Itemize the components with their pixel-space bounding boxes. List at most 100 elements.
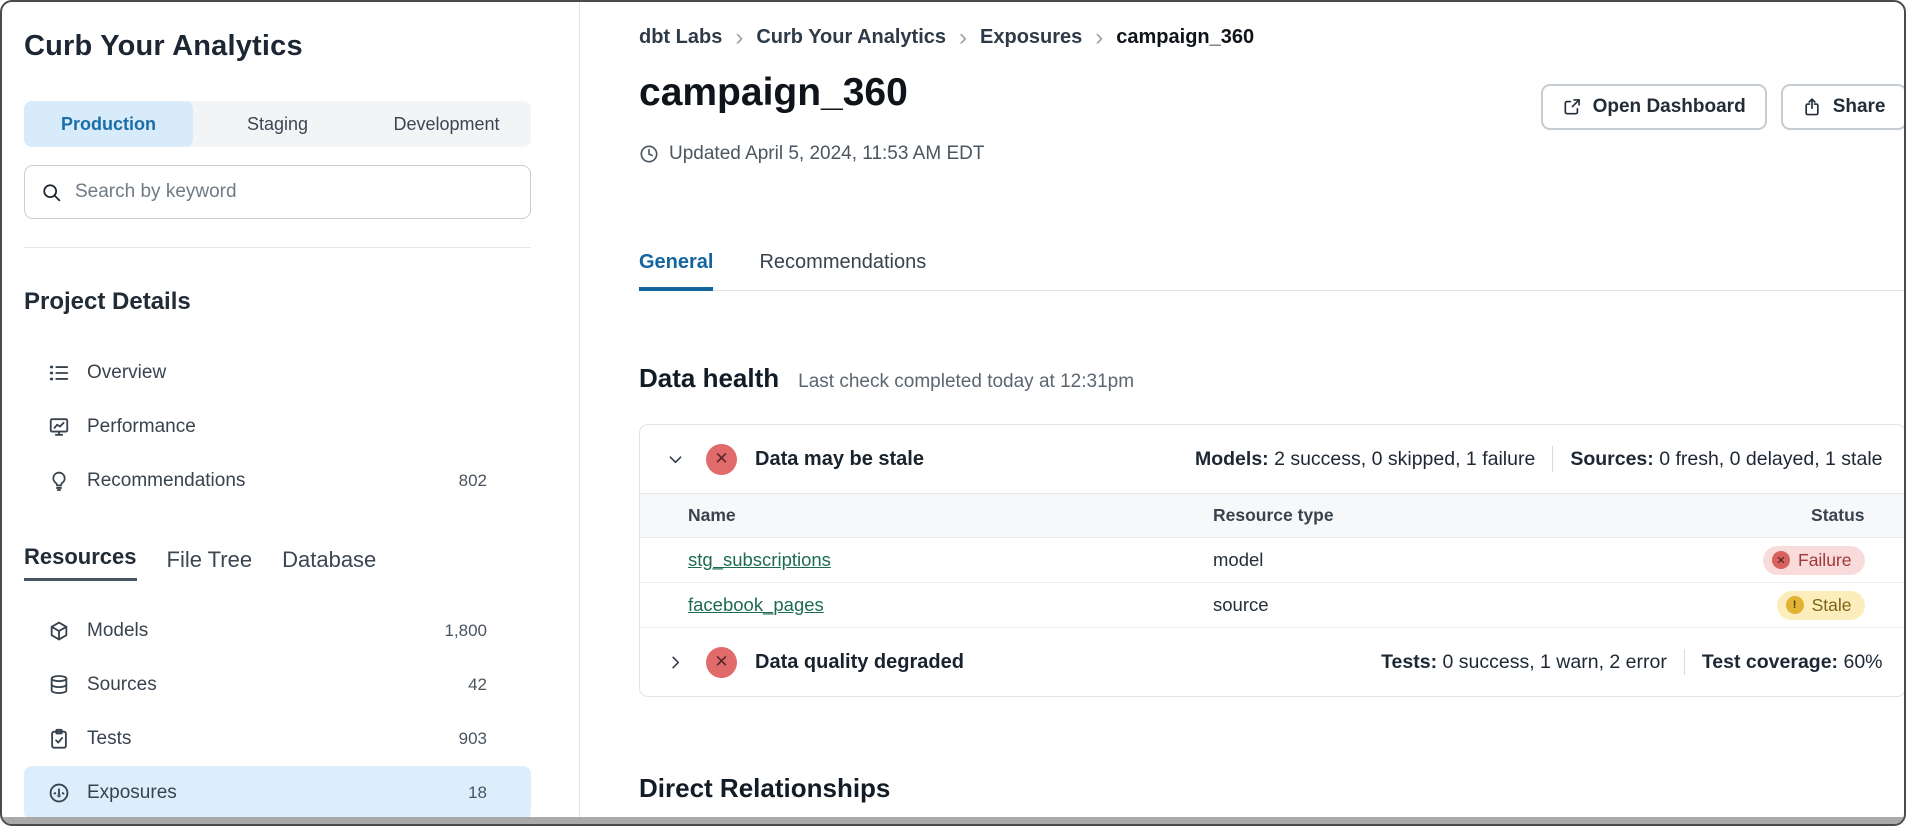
project-name: Curb Your Analytics — [24, 30, 531, 63]
resource-link-facebook-pages[interactable]: facebook_pages — [688, 594, 824, 615]
resource-type: model — [1213, 549, 1763, 571]
breadcrumb-item-project[interactable]: Curb Your Analytics — [756, 26, 946, 49]
health-group-title: Data may be stale — [755, 448, 924, 471]
database-icon — [48, 674, 70, 696]
tab-file-tree[interactable]: File Tree — [167, 547, 253, 581]
sidebar-item-label: Exposures — [87, 782, 177, 804]
search-box — [24, 165, 531, 219]
summary-value: 0 success, 1 warn, 2 error — [1443, 651, 1667, 673]
summary-label: Test coverage: — [1702, 651, 1838, 673]
sidebar-item-label: Sources — [87, 674, 157, 696]
sidebar-item-exposures[interactable]: Exposures 18 — [24, 766, 531, 820]
resource-link-stg-subscriptions[interactable]: stg_subscriptions — [688, 549, 831, 570]
search-icon — [41, 182, 62, 203]
summary-label: Tests: — [1381, 651, 1437, 673]
project-details-nav: Overview Performance Recommendations 802 — [24, 346, 531, 508]
main-content: dbt Labs › Curb Your Analytics › Exposur… — [580, 2, 1906, 824]
app-window: Curb Your Analytics Production Staging D… — [0, 0, 1906, 826]
health-group-title: Data quality degraded — [755, 651, 964, 674]
env-tab-development[interactable]: Development — [362, 101, 531, 147]
breadcrumb-item-dbt-labs[interactable]: dbt Labs — [639, 26, 722, 49]
window-bottom-edge — [2, 817, 1904, 824]
item-count: 903 — [459, 729, 531, 749]
sidebar-item-label: Models — [87, 620, 148, 642]
tab-database[interactable]: Database — [282, 547, 376, 581]
table-row: facebook_pages source ! Stale — [640, 583, 1905, 628]
status-text: Failure — [1798, 550, 1852, 571]
breadcrumb-separator: › — [1095, 28, 1103, 48]
clock-icon — [639, 144, 659, 164]
updated-timestamp: Updated April 5, 2024, 11:53 AM EDT — [639, 143, 1906, 165]
summary-divider — [1684, 649, 1685, 675]
warning-circle-icon: ! — [1786, 596, 1804, 614]
sidebar-item-overview[interactable]: Overview — [24, 346, 531, 400]
item-count: 18 — [468, 783, 531, 803]
x-circle-icon: ✕ — [1772, 551, 1790, 569]
sidebar-item-tests[interactable]: Tests 903 — [24, 712, 531, 766]
sidebar-item-label: Recommendations — [87, 470, 245, 492]
column-header-resource-type: Resource type — [1213, 505, 1763, 526]
resources-nav: Models 1,800 Sources 42 Tests 903 — [24, 604, 531, 820]
item-count: 1,800 — [444, 621, 531, 641]
resource-view-tabs: Resources File Tree Database — [24, 544, 531, 581]
sidebar-item-performance[interactable]: Performance — [24, 400, 531, 454]
item-count: 802 — [459, 471, 531, 491]
direct-relationships-heading: Direct Relationships — [639, 773, 1906, 804]
summary-value: 0 fresh, 0 delayed, 1 stale — [1659, 448, 1882, 470]
share-button[interactable]: Share — [1781, 84, 1906, 130]
chevron-down-icon[interactable] — [666, 450, 685, 469]
cube-icon — [48, 620, 70, 642]
tab-resources[interactable]: Resources — [24, 544, 137, 581]
status-badge-failure: ✕ Failure — [1763, 546, 1865, 575]
share-label: Share — [1833, 96, 1886, 118]
summary-divider — [1552, 446, 1553, 472]
open-dashboard-label: Open Dashboard — [1593, 96, 1746, 118]
status-badge-stale: ! Stale — [1777, 591, 1865, 620]
sidebar-item-models[interactable]: Models 1,800 — [24, 604, 531, 658]
breadcrumb-item-exposures[interactable]: Exposures — [980, 26, 1082, 49]
breadcrumb-item-current: campaign_360 — [1116, 26, 1254, 49]
summary-value: 2 success, 0 skipped, 1 failure — [1274, 448, 1535, 470]
project-details-heading: Project Details — [24, 288, 531, 316]
env-tab-staging[interactable]: Staging — [193, 101, 362, 147]
environment-tabs: Production Staging Development — [24, 101, 531, 147]
error-circle-icon: ✕ — [706, 444, 737, 475]
resource-type: source — [1213, 594, 1763, 616]
open-dashboard-button[interactable]: Open Dashboard — [1541, 84, 1767, 130]
updated-text: Updated April 5, 2024, 11:53 AM EDT — [669, 143, 984, 165]
data-health-header: Data health Last check completed today a… — [639, 363, 1906, 394]
search-input[interactable] — [75, 181, 514, 203]
health-group-quality[interactable]: ✕ Data quality degraded Tests: 0 success… — [640, 628, 1905, 696]
data-health-card: ✕ Data may be stale Models: 2 success, 0… — [639, 424, 1906, 697]
env-tab-production[interactable]: Production — [24, 101, 193, 147]
sidebar-item-recommendations[interactable]: Recommendations 802 — [24, 454, 531, 508]
item-count: 42 — [468, 675, 531, 695]
page-actions: Open Dashboard Share — [1541, 84, 1906, 130]
sidebar-item-label: Overview — [87, 362, 166, 384]
column-header-name: Name — [688, 505, 1213, 526]
table-row: stg_subscriptions model ✕ Failure — [640, 538, 1905, 583]
data-health-heading: Data health — [639, 363, 779, 394]
breadcrumb-separator: › — [735, 28, 743, 48]
health-group-stale[interactable]: ✕ Data may be stale Models: 2 success, 0… — [640, 425, 1905, 493]
sidebar-item-label: Performance — [87, 416, 196, 438]
column-header-status: Status — [1811, 505, 1864, 526]
sidebar-item-sources[interactable]: Sources 42 — [24, 658, 531, 712]
health-table: Name Resource type Status stg_subscripti… — [640, 493, 1905, 628]
tab-general[interactable]: General — [639, 251, 713, 291]
summary-label: Sources: — [1570, 448, 1653, 470]
list-icon — [48, 362, 70, 384]
tab-recommendations[interactable]: Recommendations — [759, 251, 926, 291]
gauge-icon — [48, 782, 70, 804]
sidebar-divider — [24, 247, 531, 248]
breadcrumb: dbt Labs › Curb Your Analytics › Exposur… — [639, 26, 1906, 49]
summary-label: Models: — [1195, 448, 1269, 470]
page-tabs: General Recommendations — [639, 251, 1906, 291]
status-text: Stale — [1812, 595, 1852, 616]
lightbulb-icon — [48, 470, 70, 492]
chevron-right-icon[interactable] — [666, 653, 685, 672]
last-check-text: Last check completed today at 12:31pm — [798, 371, 1134, 393]
external-link-icon — [1562, 97, 1582, 117]
clipboard-check-icon — [48, 728, 70, 750]
health-group-summary: Models: 2 success, 0 skipped, 1 failure … — [1195, 446, 1883, 472]
